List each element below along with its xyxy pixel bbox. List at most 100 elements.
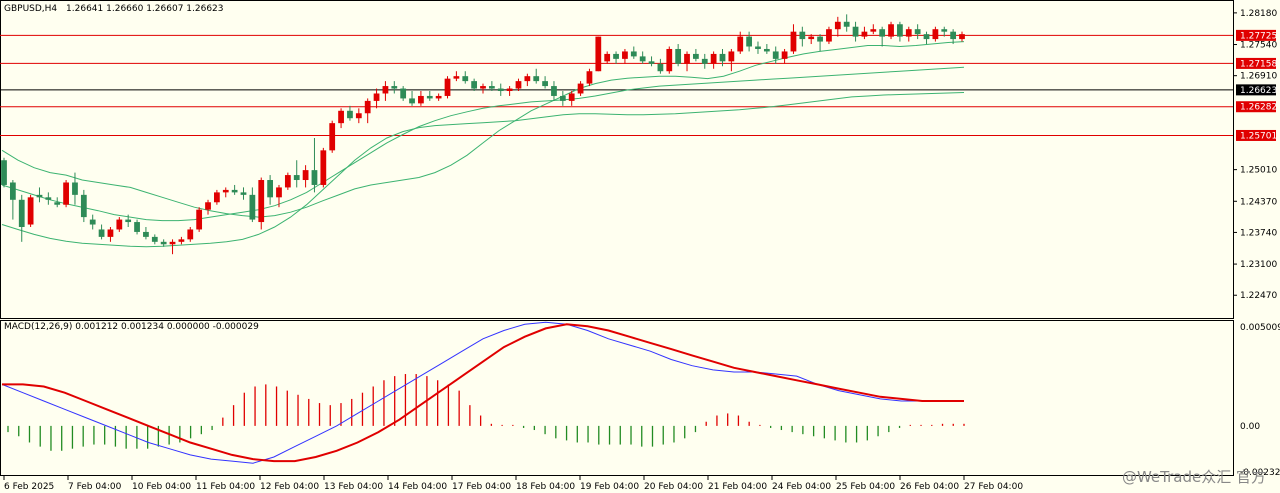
candle-body — [719, 53, 726, 62]
candle-body — [27, 197, 34, 225]
candle-body — [568, 93, 575, 101]
candle-body — [63, 182, 69, 205]
candle-body — [311, 170, 318, 185]
time-tick-label: 20 Feb 04:00 — [644, 482, 703, 492]
horizontal-levels — [0, 34, 1233, 136]
candle-body — [249, 194, 256, 220]
price-tick-label: 1.28180 — [1240, 9, 1277, 19]
candle-body — [914, 29, 921, 35]
time-tick-label: 21 Feb 04:00 — [708, 482, 767, 492]
macd-line — [1, 321, 964, 464]
candle-body — [870, 29, 877, 32]
candle-body — [923, 34, 930, 40]
candle-body — [240, 192, 247, 195]
candle-body — [89, 219, 96, 225]
candle-body — [9, 182, 16, 200]
price-tick-label: 1.25010 — [1240, 166, 1277, 176]
time-tick-label: 18 Feb 04:00 — [516, 482, 575, 492]
candle-body — [905, 29, 912, 37]
candle-body — [657, 63, 664, 72]
macd-tick-label: 0.005009 — [1240, 323, 1280, 333]
candle-body — [222, 189, 229, 193]
time-tick-label: 7 Feb 04:00 — [68, 482, 122, 492]
candle-body — [480, 86, 486, 89]
candle-body — [675, 48, 682, 64]
candle-body — [746, 36, 752, 47]
candle-body — [347, 110, 353, 119]
candle-body — [524, 76, 531, 82]
candle-body — [418, 95, 424, 104]
candlesticks — [1, 14, 965, 255]
candle-body — [488, 86, 495, 89]
candle-body — [107, 229, 114, 237]
candle-body — [382, 86, 389, 94]
time-axis: 6 Feb 2025 7 Feb 04:00 10 Feb 04:00 11 Feb … — [3, 476, 1023, 492]
candle-body — [54, 202, 61, 205]
macd-signal-line — [2, 323, 964, 463]
candle-body — [577, 83, 584, 94]
candle-body — [542, 81, 548, 87]
candle-body — [293, 175, 300, 181]
candle-body — [400, 88, 407, 99]
candle-body — [941, 29, 948, 32]
price-pane-frame — [0, 0, 1234, 319]
candle-body — [98, 229, 105, 237]
time-tick-label: 26 Feb 04:00 — [900, 482, 959, 492]
candle-body — [817, 36, 823, 42]
time-tick-label: 12 Feb 04:00 — [260, 482, 319, 492]
time-tick-label: 24 Feb 04:00 — [772, 482, 831, 492]
price-tick-label: 1.27540 — [1240, 41, 1277, 51]
candle-body — [684, 53, 690, 64]
candle-body — [613, 53, 619, 59]
candle-body — [205, 202, 211, 210]
candle-body — [781, 51, 788, 59]
candle-body — [72, 182, 78, 195]
candle-body — [879, 29, 886, 37]
candle-body — [861, 31, 868, 37]
candle-body — [932, 29, 939, 40]
candle-body — [666, 48, 673, 72]
level-tag-label: 1.27158 — [1240, 59, 1277, 69]
price-axis: 1.28180 1.27540 1.26910 1.25010 1.24370 1.237… — [1233, 9, 1280, 478]
candle-body — [693, 53, 699, 59]
candle-body — [134, 222, 140, 232]
candle-body — [426, 95, 433, 99]
candle-body — [302, 170, 309, 181]
candle-body — [453, 76, 460, 79]
watermark: @WeTrade众汇 官方 — [1121, 468, 1266, 486]
candle-body — [737, 36, 744, 52]
candle-body — [409, 98, 415, 104]
time-tick-label: 10 Feb 04:00 — [132, 482, 191, 492]
level-tag-label: 1.26282 — [1240, 103, 1277, 113]
macd-tick-label: 0.00 — [1240, 422, 1260, 432]
candle-body — [515, 81, 522, 89]
candle-body — [763, 48, 770, 52]
price-tick-label: 1.26910 — [1240, 72, 1277, 82]
candle-body — [151, 236, 158, 242]
symbol-header: GBPUSD,H4 1.26641 1.26660 1.26607 1.2662… — [4, 4, 224, 14]
candle-body — [231, 189, 238, 193]
level-tag-label: 1.27725 — [1240, 31, 1277, 41]
candle-body — [701, 58, 708, 64]
candle-body — [826, 29, 832, 42]
candle-body — [80, 194, 87, 218]
candle-body — [258, 180, 265, 223]
candle-body — [187, 229, 194, 240]
time-tick-label: 13 Feb 04:00 — [324, 482, 383, 492]
candle-body — [391, 86, 398, 89]
candle-body — [586, 71, 593, 84]
price-tick-label: 1.23740 — [1240, 228, 1277, 238]
time-tick-label: 17 Feb 04:00 — [452, 482, 511, 492]
candle-body — [329, 123, 336, 151]
candle-body — [710, 53, 717, 64]
candle-body — [648, 61, 655, 64]
price-tick-label: 1.24370 — [1240, 197, 1277, 207]
candle-body — [125, 219, 132, 223]
macd-indicator — [1, 321, 965, 464]
candle-body — [160, 241, 167, 245]
candle-body — [338, 110, 344, 124]
candle-body — [852, 26, 859, 37]
current-price-label: 1.26623 — [1240, 86, 1277, 96]
candle-body — [169, 241, 176, 245]
candle-body — [799, 31, 806, 40]
